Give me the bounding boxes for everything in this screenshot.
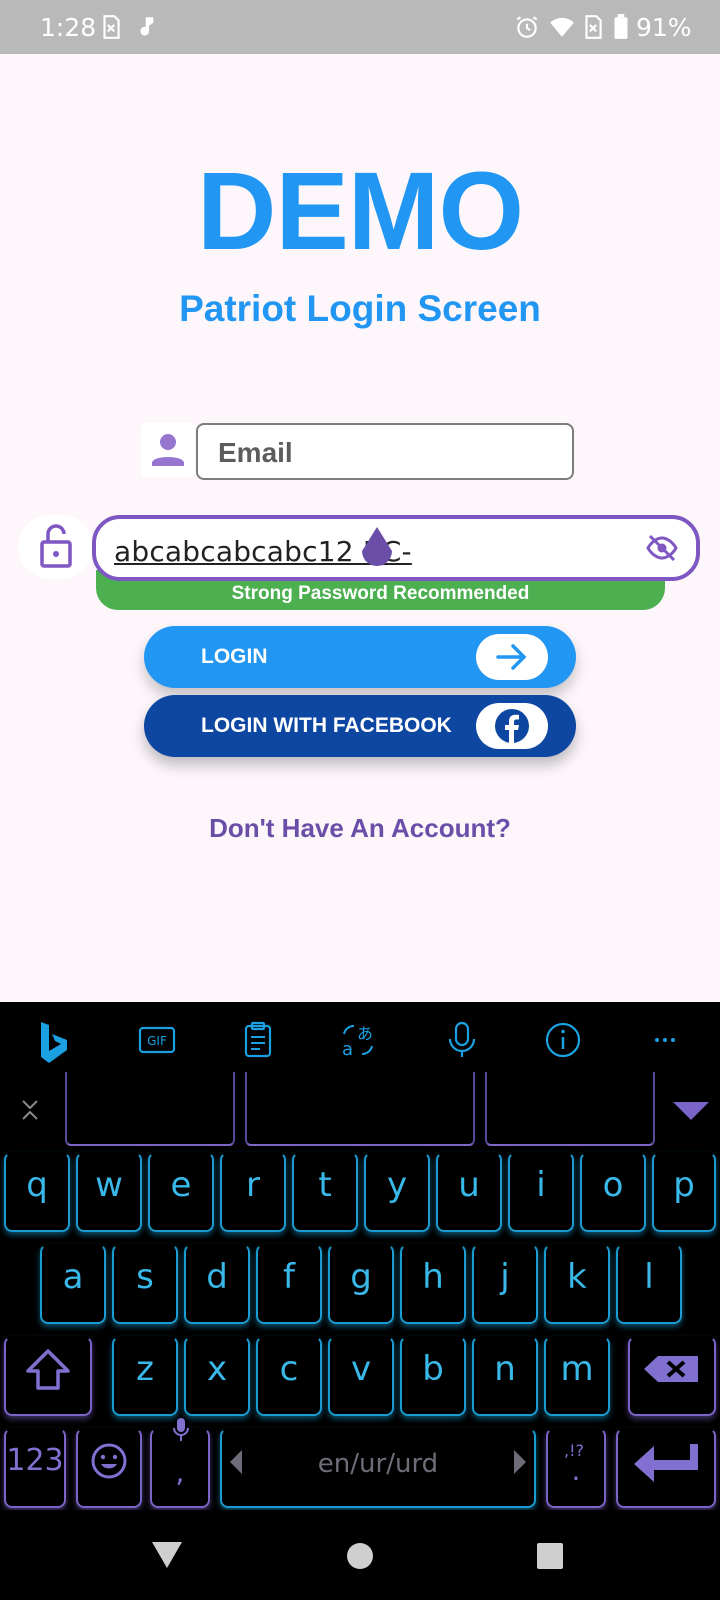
- key-h[interactable]: h: [400, 1244, 466, 1324]
- sim-card-icon: [103, 15, 120, 39]
- comma-label: ,: [175, 1456, 185, 1489]
- recents-icon[interactable]: [536, 1542, 564, 1570]
- key-g[interactable]: g: [328, 1244, 394, 1324]
- gif-icon[interactable]: GIF: [137, 1020, 177, 1060]
- key-a[interactable]: a: [40, 1244, 106, 1324]
- person-icon: [152, 434, 184, 466]
- enter-icon: [634, 1444, 698, 1482]
- key-t[interactable]: t: [292, 1152, 358, 1232]
- key-e[interactable]: e: [148, 1152, 214, 1232]
- microphone-icon[interactable]: [442, 1020, 482, 1060]
- login-with-facebook-button[interactable]: LOGIN WITH FACEBOOK: [144, 695, 576, 757]
- app-subtitle: Patriot Login Screen: [179, 288, 541, 329]
- suggestion-slot-2[interactable]: [245, 1072, 475, 1146]
- battery-percentage: 91%: [636, 13, 692, 42]
- cursor-left-icon: [230, 1450, 242, 1474]
- key-i[interactable]: i: [508, 1152, 574, 1232]
- app-notification-icon: [140, 17, 154, 36]
- key-j[interactable]: j: [472, 1244, 538, 1324]
- svg-text:a: a: [342, 1039, 353, 1060]
- key-s[interactable]: s: [112, 1244, 178, 1324]
- svg-text:GIF: GIF: [147, 1034, 167, 1048]
- lock-icon: [40, 524, 72, 568]
- key-f[interactable]: f: [256, 1244, 322, 1324]
- space-key[interactable]: en/ur/urd: [220, 1428, 536, 1508]
- key-u[interactable]: u: [436, 1152, 502, 1232]
- cursor-right-icon: [514, 1450, 526, 1474]
- period-label: .: [571, 1454, 581, 1487]
- close-suggestions-icon[interactable]: [18, 1098, 42, 1122]
- backspace-icon: [644, 1356, 698, 1382]
- emoji-icon: [91, 1443, 127, 1479]
- keyboard: GIF a あ q w e r t y u i o p a s d f g h …: [0, 1002, 720, 1510]
- key-z[interactable]: z: [112, 1336, 178, 1416]
- key-k[interactable]: k: [544, 1244, 610, 1324]
- login-icon-pill: [476, 634, 548, 680]
- facebook-button-label: LOGIN WITH FACEBOOK: [201, 714, 452, 737]
- email-input[interactable]: Email: [196, 423, 574, 480]
- facebook-icon: [495, 709, 529, 743]
- home-icon[interactable]: [346, 1542, 374, 1570]
- key-q[interactable]: q: [4, 1152, 70, 1232]
- key-b[interactable]: b: [400, 1336, 466, 1416]
- shift-key[interactable]: [4, 1336, 92, 1416]
- key-p[interactable]: p: [652, 1152, 716, 1232]
- more-icon[interactable]: [645, 1020, 685, 1060]
- email-placeholder: Email: [218, 437, 293, 468]
- no-sim-icon: [585, 15, 602, 39]
- shift-icon: [26, 1349, 70, 1390]
- collapse-keyboard-icon[interactable]: [673, 1102, 709, 1122]
- key-o[interactable]: o: [580, 1152, 646, 1232]
- key-d[interactable]: d: [184, 1244, 250, 1324]
- login-button[interactable]: LOGIN: [144, 626, 576, 688]
- key-r[interactable]: r: [220, 1152, 286, 1232]
- email-icon-box: [141, 423, 195, 477]
- key-n[interactable]: n: [472, 1336, 538, 1416]
- lock-icon-box: [18, 515, 93, 579]
- info-icon[interactable]: [543, 1020, 583, 1060]
- password-input[interactable]: abcabcabcabc12 BC-: [92, 515, 700, 581]
- clipboard-icon[interactable]: [238, 1020, 278, 1060]
- password-strength-text: Strong Password Recommended: [231, 583, 530, 604]
- period-key[interactable]: ,!? .: [546, 1428, 606, 1508]
- text-cursor-handle-icon[interactable]: [360, 527, 394, 569]
- mic-hint-icon: [173, 1418, 189, 1441]
- battery-icon: [614, 14, 628, 39]
- status-time: 1:28: [40, 13, 97, 42]
- enter-key[interactable]: [616, 1428, 716, 1508]
- key-y[interactable]: y: [364, 1152, 430, 1232]
- login-button-label: LOGIN: [201, 645, 268, 668]
- signup-link[interactable]: Don't Have An Account?: [0, 813, 720, 844]
- key-w[interactable]: w: [76, 1152, 142, 1232]
- navigation-bar: [0, 1510, 720, 1600]
- wifi-icon: [550, 17, 574, 37]
- arrow-right-icon: [496, 644, 527, 670]
- app-title: DEMO: [197, 150, 524, 273]
- numbers-key[interactable]: 123: [4, 1428, 66, 1508]
- space-language-label: en/ur/urd: [317, 1449, 439, 1479]
- emoji-key[interactable]: [76, 1428, 142, 1508]
- svg-text:あ: あ: [357, 1024, 373, 1043]
- key-x[interactable]: x: [184, 1336, 250, 1416]
- backspace-key[interactable]: [628, 1336, 716, 1416]
- facebook-icon-pill: [476, 703, 548, 749]
- key-c[interactable]: c: [256, 1336, 322, 1416]
- status-bar: 1:28 91%: [0, 0, 720, 54]
- key-l[interactable]: l: [616, 1244, 682, 1324]
- key-v[interactable]: v: [328, 1336, 394, 1416]
- key-m[interactable]: m: [544, 1336, 610, 1416]
- suggestion-slot-3[interactable]: [485, 1072, 655, 1146]
- suggestion-slot-1[interactable]: [65, 1072, 235, 1146]
- alarm-icon: [516, 16, 538, 38]
- back-icon[interactable]: [150, 1540, 184, 1570]
- visibility-off-icon[interactable]: [646, 533, 678, 563]
- bing-icon[interactable]: [36, 1020, 72, 1064]
- comma-key[interactable]: ,: [150, 1418, 210, 1508]
- translate-icon[interactable]: a あ: [338, 1020, 378, 1060]
